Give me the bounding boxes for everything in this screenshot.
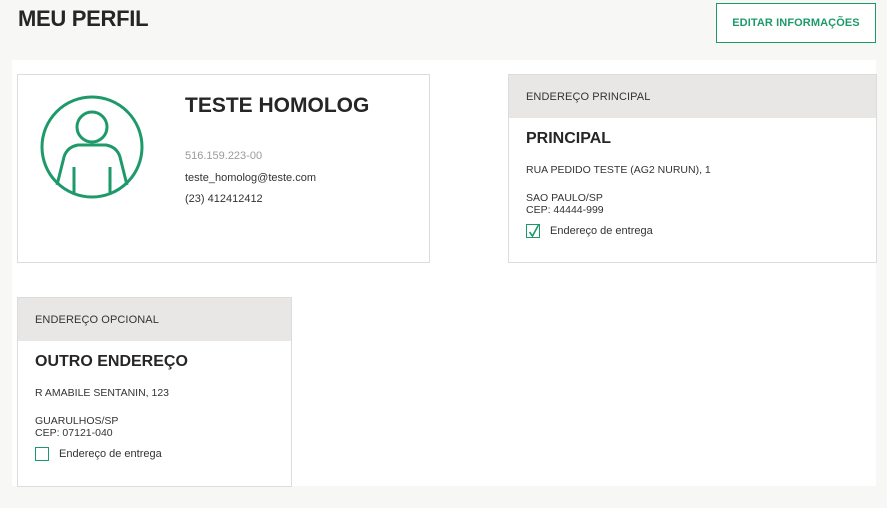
address-street: RUA PEDIDO TESTE (AG2 NURUN), 1: [526, 164, 711, 176]
delivery-label: Endereço de entrega: [550, 225, 653, 237]
profile-email: teste_homolog@teste.com: [185, 172, 317, 184]
delivery-option[interactable]: Endereço de entrega: [526, 224, 859, 238]
delivery-option[interactable]: Endereço de entrega: [35, 447, 274, 461]
delivery-checkbox-checked[interactable]: [526, 224, 540, 238]
user-avatar-icon: [40, 95, 144, 199]
address-city: SAO PAULO/SP: [526, 192, 603, 204]
profile-phone: (23) 412412412: [185, 193, 263, 205]
main-address-card: ENDEREÇO PRINCIPAL PRINCIPAL RUA PEDIDO …: [508, 74, 877, 263]
profile-cpf: 516.159.223-00: [185, 150, 263, 162]
delivery-label: Endereço de entrega: [59, 448, 162, 460]
address-title: PRINCIPAL: [526, 130, 612, 147]
page-title: MEU PERFIL: [18, 6, 149, 31]
address-street: R AMABILE SENTANIN, 123: [35, 387, 170, 399]
delivery-checkbox[interactable]: [35, 447, 49, 461]
address-cep: CEP: 44444-999: [526, 204, 604, 216]
address-card-header: ENDEREÇO PRINCIPAL: [509, 75, 876, 118]
checkmark-icon: [528, 224, 540, 238]
edit-info-button[interactable]: EDITAR INFORMAÇÕES: [716, 3, 876, 43]
address-city: GUARULHOS/SP: [35, 415, 119, 427]
address-card-header: ENDEREÇO OPCIONAL: [18, 298, 291, 341]
address-title: OUTRO ENDEREÇO: [35, 353, 188, 370]
address-cep: CEP: 07121-040: [35, 427, 113, 439]
optional-address-card: ENDEREÇO OPCIONAL OUTRO ENDEREÇO R AMABI…: [17, 297, 292, 487]
profile-card: TESTE HOMOLOG 516.159.223-00 teste_homol…: [17, 74, 430, 263]
profile-name: TESTE HOMOLOG: [185, 94, 370, 117]
